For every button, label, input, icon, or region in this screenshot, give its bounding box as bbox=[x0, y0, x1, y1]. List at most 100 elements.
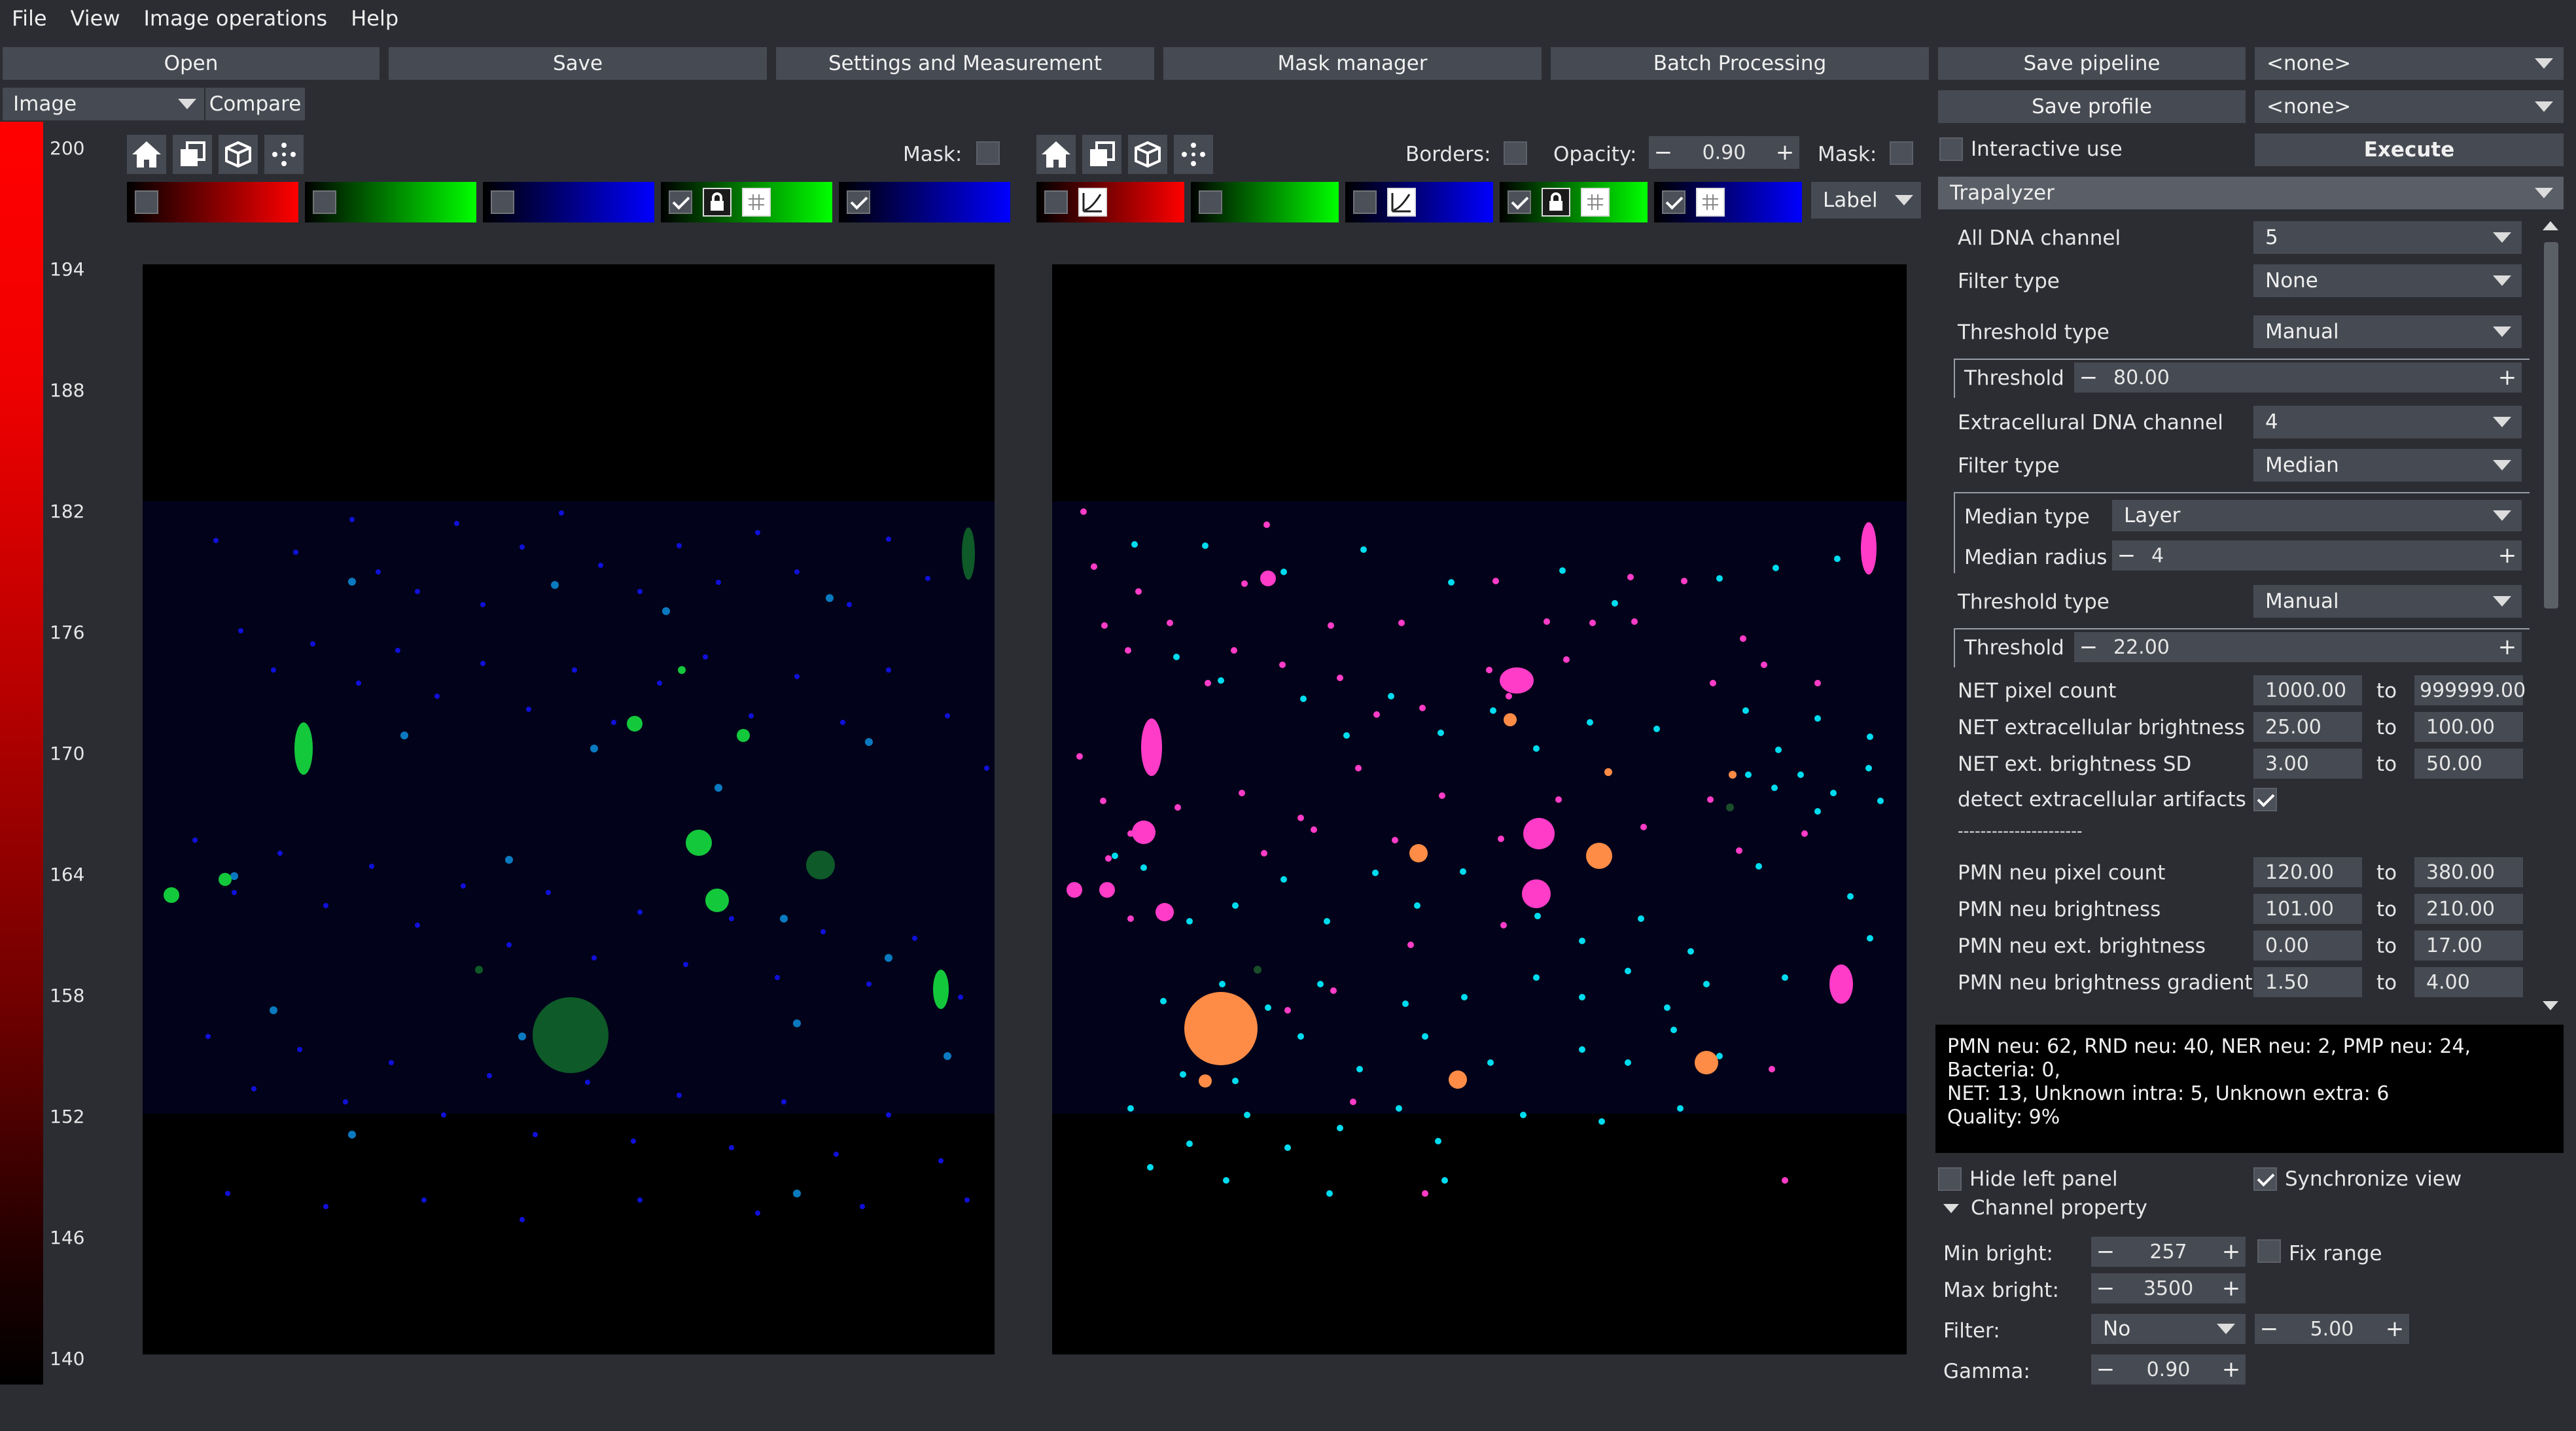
range-from-input[interactable]: 1.50 bbox=[2253, 967, 2362, 997]
channel-checkbox[interactable] bbox=[669, 190, 692, 214]
params-scrollbar-thumb[interactable] bbox=[2544, 242, 2558, 609]
median-type-select[interactable]: Layer bbox=[2112, 500, 2522, 531]
menu-view[interactable]: View bbox=[59, 0, 132, 37]
gamma-spinbox[interactable]: − 0.90 + bbox=[2091, 1354, 2246, 1385]
mask-manager-button[interactable]: Mask manager bbox=[1163, 47, 1542, 80]
cube-icon[interactable] bbox=[219, 135, 258, 174]
cube-icon[interactable] bbox=[1128, 135, 1167, 174]
range-to-input[interactable]: 4.00 bbox=[2414, 967, 2523, 997]
grid-icon[interactable] bbox=[1696, 188, 1725, 217]
save-profile-button[interactable]: Save profile bbox=[1938, 90, 2246, 123]
increment-button[interactable]: + bbox=[2380, 1316, 2409, 1342]
increment-button[interactable]: + bbox=[2217, 1356, 2246, 1383]
max-bright-spinbox[interactable]: − 3500 + bbox=[2091, 1273, 2246, 1303]
threshold-spinbox[interactable]: − 80.00 + bbox=[2074, 362, 2522, 393]
menu-help[interactable]: Help bbox=[339, 0, 410, 37]
points-icon[interactable] bbox=[1174, 135, 1213, 174]
increment-button[interactable]: + bbox=[2493, 634, 2522, 660]
channel-3-blue[interactable] bbox=[1345, 182, 1493, 222]
channel-2-green[interactable] bbox=[1191, 182, 1339, 222]
threshold-type-select[interactable]: Manual bbox=[2253, 585, 2522, 618]
opacity-spinbox[interactable]: − 0.90 + bbox=[1649, 136, 1799, 169]
synchronize-view-checkbox[interactable] bbox=[2253, 1167, 2277, 1191]
range-from-input[interactable]: 120.00 bbox=[2253, 857, 2362, 887]
detect-artifacts-checkbox[interactable] bbox=[2253, 788, 2277, 811]
channel-checkbox[interactable] bbox=[491, 190, 514, 214]
image-select[interactable]: Image bbox=[3, 88, 204, 120]
scroll-up-icon[interactable] bbox=[2543, 221, 2558, 230]
range-to-input[interactable]: 17.00 bbox=[2414, 930, 2523, 961]
right-mask-checkbox[interactable] bbox=[1890, 141, 1913, 165]
range-to-input[interactable]: 50.00 bbox=[2414, 749, 2523, 779]
decrement-button[interactable]: − bbox=[2074, 634, 2103, 660]
scroll-down-icon[interactable] bbox=[2543, 1001, 2558, 1010]
range-from-input[interactable]: 1000.00 bbox=[2253, 675, 2362, 705]
range-from-input[interactable]: 3.00 bbox=[2253, 749, 2362, 779]
decrement-button[interactable]: − bbox=[2091, 1239, 2120, 1265]
channel-checkbox[interactable] bbox=[1199, 190, 1222, 214]
lock-icon[interactable] bbox=[703, 188, 732, 217]
menu-file[interactable]: File bbox=[0, 0, 59, 37]
menu-image-operations[interactable]: Image operations bbox=[132, 0, 339, 37]
algorithm-select[interactable]: Trapalyzer bbox=[1938, 177, 2564, 209]
settings-measurement-button[interactable]: Settings and Measurement bbox=[776, 47, 1154, 80]
hide-left-panel-checkbox[interactable] bbox=[1938, 1167, 1962, 1191]
open-button[interactable]: Open bbox=[3, 47, 379, 80]
curve-icon[interactable] bbox=[1078, 188, 1107, 217]
decrement-button[interactable]: − bbox=[2074, 364, 2103, 391]
compare-button[interactable]: Compare bbox=[205, 88, 305, 120]
home-icon[interactable] bbox=[1036, 135, 1076, 174]
save-button[interactable]: Save bbox=[389, 47, 767, 80]
range-from-input[interactable]: 0.00 bbox=[2253, 930, 2362, 961]
grid-icon[interactable] bbox=[1581, 188, 1610, 217]
threshold-spinbox[interactable]: − 22.00 + bbox=[2074, 632, 2522, 662]
right-image-view[interactable] bbox=[1052, 264, 1907, 1354]
label-select[interactable]: Label bbox=[1811, 182, 1921, 219]
collapse-arrow-icon[interactable] bbox=[1943, 1204, 1959, 1213]
increment-button[interactable]: + bbox=[2493, 542, 2522, 569]
range-to-input[interactable]: 380.00 bbox=[2414, 857, 2523, 887]
channel-checkbox[interactable] bbox=[313, 190, 336, 214]
decrement-button[interactable]: − bbox=[2091, 1275, 2120, 1301]
range-to-input[interactable]: 999999.00 bbox=[2414, 675, 2526, 705]
range-from-input[interactable]: 101.00 bbox=[2253, 894, 2362, 924]
filter-select[interactable]: No bbox=[2091, 1314, 2246, 1344]
channel-checkbox[interactable] bbox=[1662, 190, 1685, 214]
filter-type-select[interactable]: Median bbox=[2253, 449, 2522, 482]
channel-1-red[interactable] bbox=[127, 182, 298, 222]
left-mask-checkbox[interactable] bbox=[976, 141, 1000, 165]
decrement-button[interactable]: − bbox=[2255, 1316, 2284, 1342]
channel-5-blue[interactable] bbox=[1654, 182, 1802, 222]
save-pipeline-button[interactable]: Save pipeline bbox=[1938, 47, 2246, 80]
lock-icon[interactable] bbox=[1542, 188, 1570, 217]
decrement-button[interactable]: − bbox=[1649, 139, 1678, 166]
left-image-view[interactable] bbox=[143, 264, 995, 1354]
increment-button[interactable]: + bbox=[1771, 139, 1799, 166]
channel-checkbox[interactable] bbox=[1508, 190, 1531, 214]
execute-button[interactable]: Execute bbox=[2255, 133, 2564, 166]
channel-checkbox[interactable] bbox=[1044, 190, 1068, 214]
channel-1-red[interactable] bbox=[1036, 182, 1184, 222]
decrement-button[interactable]: − bbox=[2112, 542, 2141, 569]
fix-range-checkbox[interactable] bbox=[2257, 1239, 2281, 1263]
channel-2-green[interactable] bbox=[305, 182, 476, 222]
channel-checkbox[interactable] bbox=[135, 190, 158, 214]
range-to-input[interactable]: 210.00 bbox=[2414, 894, 2523, 924]
increment-button[interactable]: + bbox=[2217, 1275, 2246, 1301]
batch-processing-button[interactable]: Batch Processing bbox=[1551, 47, 1929, 80]
layers-icon[interactable] bbox=[173, 135, 212, 174]
channel-4-green[interactable] bbox=[1500, 182, 1648, 222]
borders-checkbox[interactable] bbox=[1504, 141, 1527, 165]
channel-3-blue[interactable] bbox=[483, 182, 654, 222]
channel-property-header[interactable]: Channel property bbox=[1971, 1196, 2147, 1220]
filter-radius-spinbox[interactable]: − 5.00 + bbox=[2255, 1314, 2409, 1344]
home-icon[interactable] bbox=[127, 135, 166, 174]
layers-icon[interactable] bbox=[1082, 135, 1121, 174]
profile-select[interactable]: <none> bbox=[2255, 90, 2564, 123]
filter-type-select[interactable]: None bbox=[2253, 264, 2522, 297]
range-from-input[interactable]: 25.00 bbox=[2253, 712, 2362, 742]
channel-5-blue[interactable] bbox=[839, 182, 1010, 222]
threshold-type-select[interactable]: Manual bbox=[2253, 315, 2522, 348]
pipeline-select[interactable]: <none> bbox=[2255, 47, 2564, 80]
channel-checkbox[interactable] bbox=[1353, 190, 1377, 214]
